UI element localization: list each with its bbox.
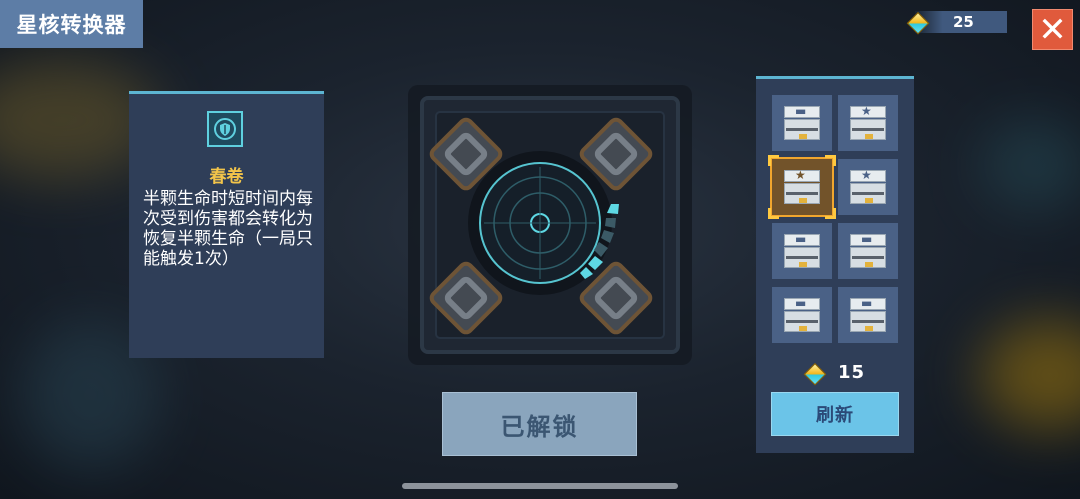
shop-slot[interactable]: ★ (838, 95, 898, 151)
close-button[interactable]: ✕ (1032, 9, 1073, 50)
gem-icon (909, 9, 927, 33)
star-icon: ★ (795, 168, 806, 182)
close-icon: ✕ (1038, 9, 1067, 50)
chest-icon: ★ (850, 168, 886, 204)
shop-slot[interactable]: ▬ (772, 95, 832, 151)
gun-icon: ▬ (861, 296, 873, 310)
refresh-button[interactable]: 刷新 (771, 392, 899, 436)
unlocked-button[interactable]: 已解锁 (442, 392, 637, 456)
shop-slot[interactable]: ▬ (838, 223, 898, 279)
gem-icon (806, 360, 824, 384)
shop-slot[interactable]: ▬ (838, 287, 898, 343)
shop-slot[interactable]: ▬ (772, 287, 832, 343)
chest-icon: ★ (850, 104, 886, 140)
price-amount: 15 (838, 361, 866, 383)
item-name: 春卷 (209, 167, 244, 187)
chest-icon: ▬ (850, 232, 886, 268)
home-indicator[interactable] (402, 483, 678, 489)
shield-icon (207, 111, 243, 147)
currency-counter: 25 (915, 11, 1007, 33)
chest-icon: ▬ (784, 104, 820, 140)
refresh-price: 15 (806, 360, 865, 384)
gun-icon: ▬ (795, 296, 807, 310)
item-info-panel: 春卷 半颗生命时短时间内每次受到伤害都会转化为恢复半颗生命（一局只能触发1次） (129, 91, 324, 358)
star-icon: ★ (861, 168, 872, 182)
item-description: 半颗生命时短时间内每次受到伤害都会转化为恢复半颗生命（一局只能触发1次） (143, 189, 313, 269)
page-title: 星核转换器 (0, 0, 143, 48)
star-icon: ★ (861, 104, 872, 118)
shop-slot[interactable]: ▬ (772, 223, 832, 279)
background-glow (980, 120, 1080, 210)
shop-panel: ▬ ★ ★ ★ ▬ ▬ ▬ ▬ 15 刷新 (756, 76, 914, 453)
shop-slot[interactable]: ★ (838, 159, 898, 215)
shop-slot-selected[interactable]: ★ (768, 155, 836, 219)
chest-icon: ★ (784, 168, 820, 204)
gun-icon: ▬ (795, 232, 807, 246)
chest-icon: ▬ (784, 232, 820, 268)
gun-icon: ▬ (861, 232, 873, 246)
background-glow (980, 320, 1080, 430)
gun-icon: ▬ (795, 104, 807, 118)
chest-icon: ▬ (784, 296, 820, 332)
chest-icon: ▬ (850, 296, 886, 332)
currency-amount: 25 (953, 13, 974, 31)
star-core-machine (408, 85, 692, 365)
